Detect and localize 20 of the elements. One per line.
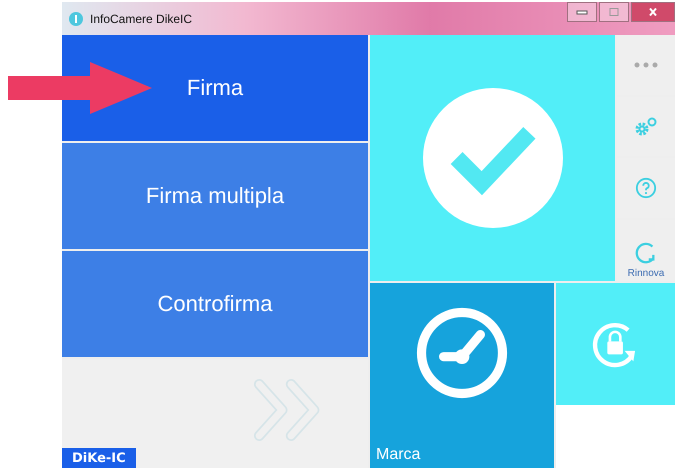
close-icon — [647, 8, 659, 16]
unlock-tile[interactable] — [556, 283, 675, 405]
close-button[interactable] — [631, 2, 675, 22]
checkmark-icon — [422, 88, 562, 228]
window-title: InfoCamere DikeIC — [90, 12, 192, 26]
action-tile[interactable]: Firma — [62, 35, 368, 141]
app-icon — [68, 10, 84, 26]
timestamp-tile[interactable]: Marca — [370, 283, 554, 468]
clock-icon — [416, 307, 508, 399]
tile-label: Marca — [376, 446, 420, 464]
more-icon — [634, 62, 658, 68]
verify-tile[interactable] — [370, 35, 615, 281]
action-tile[interactable]: Firma multipla — [62, 143, 368, 249]
maximize-icon — [608, 8, 620, 16]
gears-icon — [634, 115, 658, 138]
brand-label: DiKe-IC — [62, 448, 136, 468]
minimize-icon — [576, 8, 588, 16]
minimize-button[interactable] — [567, 2, 597, 22]
help-icon — [634, 176, 658, 199]
action-tile[interactable]: Controfirma — [62, 251, 368, 357]
